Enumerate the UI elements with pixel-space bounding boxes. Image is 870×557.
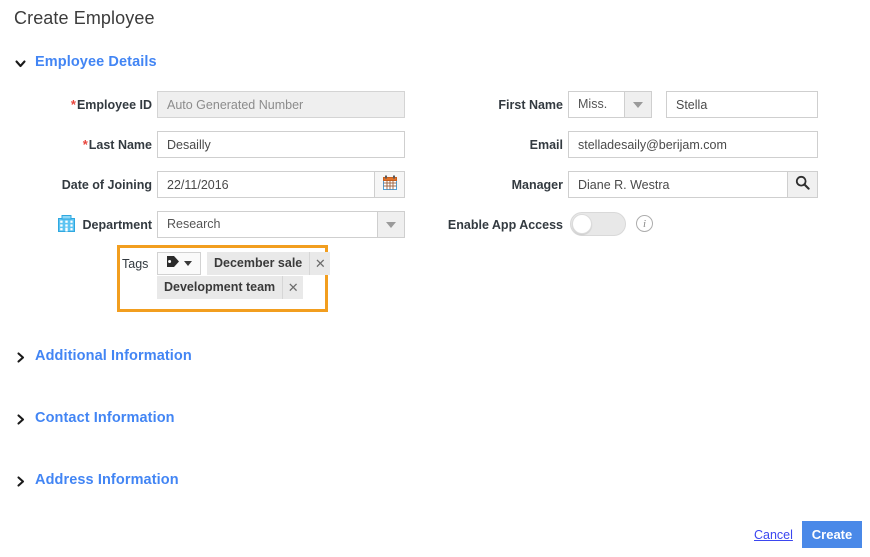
chevron-right-icon [14, 351, 27, 364]
chevron-down-icon[interactable] [624, 91, 652, 118]
calendar-button[interactable] [374, 171, 405, 198]
tag-chip-label: Development team [164, 280, 276, 294]
enable-app-access-toggle[interactable] [570, 212, 626, 236]
last-name-label-text: Last Name [88, 138, 152, 152]
calendar-icon [382, 175, 397, 195]
last-name-input[interactable] [157, 131, 405, 158]
chevron-right-icon [14, 413, 27, 426]
toggle-knob [572, 214, 592, 234]
required-marker: * [70, 97, 76, 112]
cancel-link[interactable]: Cancel [754, 528, 793, 542]
employee-id-label: *Employee ID [0, 97, 152, 113]
section-header-address-information[interactable]: Address Information [14, 472, 179, 488]
manager-label: Manager [511, 178, 563, 192]
section-title: Employee Details [35, 54, 157, 70]
manager-group [568, 171, 818, 198]
date-of-joining-group [157, 171, 405, 198]
chevron-right-icon [14, 475, 27, 488]
required-marker: * [82, 137, 88, 152]
email-label: Email [529, 138, 563, 152]
tag-chip[interactable]: Development team ✕ [157, 276, 304, 299]
tags-label: Tags [122, 257, 149, 271]
date-of-joining-input[interactable] [157, 171, 374, 198]
department-value: Research [157, 211, 377, 238]
section-header-additional-information[interactable]: Additional Information [14, 348, 192, 364]
department-label: Department [82, 218, 152, 232]
tag-picker-button[interactable] [157, 252, 201, 275]
section-header-employee-details[interactable]: Employee Details [14, 54, 157, 70]
page-title: Create Employee [14, 8, 155, 28]
manager-search-button[interactable] [787, 171, 818, 198]
close-icon[interactable]: ✕ [309, 252, 330, 275]
close-icon[interactable]: ✕ [282, 276, 303, 299]
employee-id-input[interactable] [157, 91, 405, 118]
first-name-input[interactable] [666, 91, 818, 118]
chevron-down-icon[interactable] [377, 211, 405, 238]
section-title: Contact Information [35, 410, 175, 426]
section-title: Address Information [35, 472, 179, 488]
enable-app-access-label: Enable App Access [447, 218, 563, 232]
tag-icon [166, 255, 180, 273]
chevron-down-icon [14, 57, 27, 70]
info-icon[interactable]: i [636, 215, 653, 232]
employee-id-label-text: Employee ID [76, 98, 152, 112]
salutation-select[interactable]: Miss. [568, 91, 652, 118]
last-name-label: *Last Name [0, 137, 152, 153]
tag-chip-label: December sale [214, 256, 303, 270]
department-select[interactable]: Research [157, 211, 405, 238]
first-name-label: First Name [498, 98, 563, 112]
email-input[interactable] [568, 131, 818, 158]
tag-chip[interactable]: December sale ✕ [207, 252, 331, 275]
salutation-value: Miss. [568, 91, 624, 118]
manager-input[interactable] [568, 171, 787, 198]
create-button[interactable]: Create [802, 521, 862, 548]
section-title: Additional Information [35, 348, 192, 364]
date-of-joining-label: Date of Joining [61, 178, 152, 192]
create-employee-page: Create Employee Employee Details *Employ… [0, 0, 870, 557]
chevron-down-icon [184, 261, 192, 266]
section-header-contact-information[interactable]: Contact Information [14, 410, 175, 426]
search-icon [795, 175, 810, 195]
